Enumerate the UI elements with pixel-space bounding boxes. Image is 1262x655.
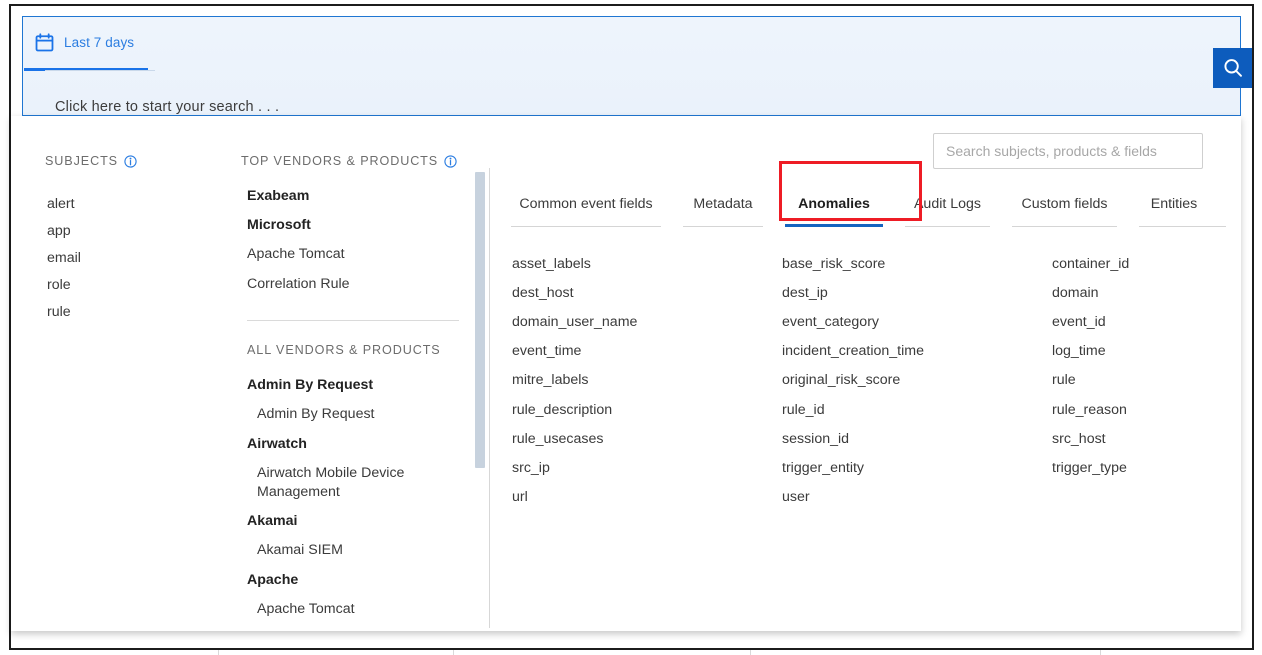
top-vendors-header: TOP VENDORS & PRODUCTS	[241, 154, 481, 168]
header-divider	[45, 70, 155, 71]
date-range-row: Last 7 days	[23, 17, 1240, 71]
vendor-group-name[interactable]: Akamai	[241, 507, 467, 535]
top-vendor-item[interactable]: Microsoft	[241, 210, 467, 238]
field-item[interactable]: rule_id	[781, 395, 1051, 424]
tab-entities[interactable]: Entities	[1139, 186, 1209, 227]
date-range-selector[interactable]: Last 7 days	[24, 18, 149, 71]
tab-gap	[661, 226, 683, 227]
all-vendors-title: ALL VENDORS & PRODUCTS	[247, 342, 441, 357]
tab-metadata[interactable]: Metadata	[683, 186, 763, 227]
vendors-scrollbar[interactable]	[475, 172, 485, 612]
vendors-divider	[247, 319, 459, 321]
field-item[interactable]: event_category	[781, 307, 1051, 336]
tab-anomalies[interactable]: Anomalies	[785, 186, 883, 227]
panel-columns: SUBJECTS alert app email role rule TOP VENDO…	[11, 146, 1241, 631]
subject-item[interactable]: rule	[45, 299, 235, 326]
date-range-label: Last 7 days	[64, 35, 135, 50]
vendor-product-item[interactable]: Akamai SIEM	[241, 535, 467, 566]
info-icon[interactable]	[444, 154, 457, 168]
vendor-product-item[interactable]: Airwatch Mobile Device Management	[241, 458, 467, 507]
subject-item[interactable]: alert	[45, 190, 235, 217]
field-column: container_id domain event_id log_time rule ru…	[1051, 249, 1226, 512]
field-item[interactable]: log_time	[1051, 337, 1226, 366]
top-vendors-list: Exabeam Microsoft Apache Tomcat Correlation…	[241, 182, 467, 300]
field-item[interactable]: rule	[1051, 366, 1226, 395]
field-item[interactable]: domain	[1051, 278, 1226, 307]
subjects-title: SUBJECTS	[45, 154, 118, 168]
field-column: base_risk_score dest_ip event_category inci…	[781, 249, 1051, 512]
field-name-columns: asset_labels dest_host domain_user_name eve…	[511, 249, 1226, 512]
tab-gap	[990, 226, 1012, 227]
top-vendors-title: TOP VENDORS & PRODUCTS	[241, 154, 439, 168]
top-product-item[interactable]: Correlation Rule	[241, 269, 467, 300]
field-item[interactable]: dest_ip	[781, 278, 1051, 307]
field-item[interactable]: url	[511, 483, 781, 512]
field-item[interactable]: event_time	[511, 337, 781, 366]
tab-audit-logs[interactable]: Audit Logs	[905, 186, 990, 227]
field-item[interactable]: trigger_type	[1051, 453, 1226, 482]
field-item[interactable]: original_risk_score	[781, 366, 1051, 395]
field-column: asset_labels dest_host domain_user_name eve…	[511, 249, 781, 512]
tab-common-event-fields[interactable]: Common event fields	[511, 186, 661, 227]
field-item[interactable]: dest_host	[511, 278, 781, 307]
top-vendor-item[interactable]: Exabeam	[241, 182, 467, 210]
field-item[interactable]: base_risk_score	[781, 249, 1051, 278]
field-item[interactable]: domain_user_name	[511, 307, 781, 336]
field-item[interactable]: rule_reason	[1051, 395, 1226, 424]
field-category-tabs: Common event fields Metadata Anomalies Audi…	[511, 161, 1226, 227]
subject-item[interactable]: app	[45, 217, 235, 244]
subject-item[interactable]: email	[45, 244, 235, 271]
top-product-item[interactable]: Apache Tomcat	[241, 239, 467, 270]
field-item[interactable]: mitre_labels	[511, 366, 781, 395]
vendor-product-item[interactable]: Apache Tomcat	[241, 594, 467, 622]
tab-custom-fields[interactable]: Custom fields	[1012, 186, 1117, 227]
info-icon[interactable]	[124, 154, 137, 168]
field-item[interactable]: incident_creation_time	[781, 337, 1051, 366]
vendor-group-name[interactable]: Apache	[241, 566, 467, 594]
field-item[interactable]: event_id	[1051, 307, 1226, 336]
field-item[interactable]: rule_description	[511, 395, 781, 424]
field-item[interactable]: rule_usecases	[511, 424, 781, 453]
search-input-placeholder[interactable]: Click here to start your search . . .	[55, 99, 279, 115]
search-icon	[1222, 57, 1244, 79]
search-bar-header: Last 7 days Click here to start your sea…	[22, 16, 1252, 116]
fields-column: Common event fields Metadata Anomalies Audi…	[511, 161, 1226, 512]
tab-gap	[763, 226, 785, 227]
tab-gap	[883, 226, 905, 227]
tab-gap	[1117, 226, 1139, 227]
field-item[interactable]: session_id	[781, 424, 1051, 453]
field-item[interactable]: src_host	[1051, 424, 1226, 453]
application-root: Last 7 days Click here to start your sea…	[0, 0, 1262, 655]
field-item[interactable]: user	[781, 483, 1051, 512]
column-separator	[489, 168, 490, 628]
subject-item[interactable]: role	[45, 272, 235, 299]
vendor-product-item[interactable]: Admin By Request	[241, 399, 467, 430]
field-item[interactable]: trigger_entity	[781, 453, 1051, 482]
subjects-column: SUBJECTS alert app email role rule	[45, 154, 235, 326]
vendor-group-name[interactable]: Airwatch	[241, 430, 467, 458]
field-item[interactable]: src_ip	[511, 453, 781, 482]
search-button[interactable]	[1213, 48, 1252, 88]
vendors-column: TOP VENDORS & PRODUCTS Exabeam Microsoft A…	[241, 154, 481, 622]
subjects-header: SUBJECTS	[45, 154, 235, 168]
calendar-icon	[35, 33, 54, 52]
field-item[interactable]: container_id	[1051, 249, 1226, 278]
tab-bar-fill	[1209, 226, 1226, 227]
vendors-scrollbar-thumb[interactable]	[475, 172, 485, 468]
field-item[interactable]: asset_labels	[511, 249, 781, 278]
search-suggestions-panel: SUBJECTS alertappemailrolerule TOP VENDO…	[11, 116, 1241, 631]
subjects-list: alert app email role rule	[45, 190, 235, 326]
vendor-group-name[interactable]: Admin By Request	[241, 371, 467, 399]
all-vendors-list: Admin By Request Admin By Request Airwatch…	[241, 371, 467, 622]
vendors-scroll-area: Exabeam Microsoft Apache Tomcat Correlation…	[241, 182, 481, 622]
